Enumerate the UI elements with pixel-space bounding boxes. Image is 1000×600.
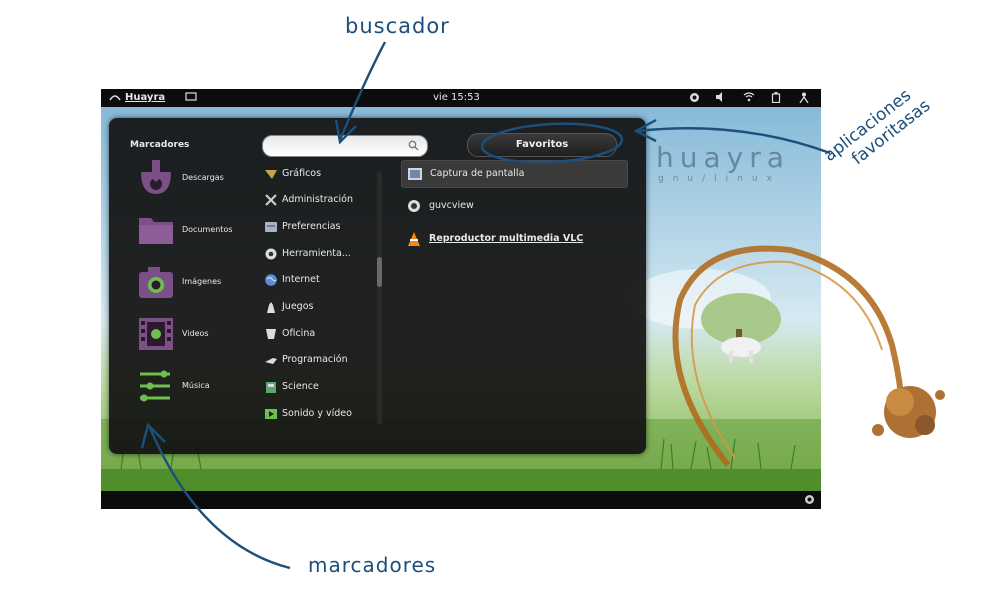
pictures-folder-icon [139, 267, 173, 298]
categories-scrollbar[interactable] [377, 171, 382, 425]
category-programacion[interactable]: Programación [264, 351, 369, 369]
desktop-screenshot: huayra gnu/linux Huayra vie 15:53 Marcad… [101, 89, 821, 509]
sound-video-icon [265, 409, 277, 419]
graphics-icon [265, 170, 277, 179]
app-guvcview[interactable]: guvcview [401, 193, 626, 219]
app-screenshot[interactable]: Captura de pantalla [401, 160, 628, 188]
bookmark-musica[interactable]: Música [136, 366, 256, 410]
search-input[interactable] [271, 139, 401, 152]
bottom-bar [101, 491, 821, 509]
category-label: Sonido y vídeo [282, 408, 352, 419]
category-label: Programación [282, 354, 348, 365]
bookmark-label: Videos [182, 329, 209, 338]
category-oficina[interactable]: Oficina [264, 325, 369, 343]
category-label: Science [282, 381, 319, 392]
app-label: Captura de pantalla [430, 168, 525, 179]
videos-folder-icon [139, 318, 173, 350]
category-label: Oficina [282, 328, 316, 339]
wallpaper-brand-title: huayra [656, 141, 790, 174]
bookmark-label: Documentos [182, 225, 233, 234]
vlc-icon [408, 232, 420, 246]
app-label: Reproductor multimedia VLC [429, 233, 584, 244]
category-sonido-video[interactable]: Sonido y vídeo [264, 405, 369, 423]
category-label: Administración [282, 194, 354, 205]
category-juegos[interactable]: Juegos [264, 298, 369, 316]
applications-menu: Marcadores Descargas Documentos Imágenes… [109, 118, 646, 454]
annotation-search-label: buscador [345, 14, 450, 38]
annotation-favorites-label: aplicaciones favoritasas [820, 51, 971, 181]
wallpaper-brand-subtitle: gnu/linux [658, 174, 781, 184]
bookmark-descargas[interactable]: Descargas [136, 158, 256, 202]
bookmark-imagenes[interactable]: Imágenes [136, 262, 256, 306]
activities-icon[interactable] [109, 92, 121, 105]
bookmark-documentos[interactable]: Documentos [136, 210, 256, 254]
category-administracion[interactable]: Administración [264, 191, 369, 209]
preferences-icon [265, 222, 277, 232]
screenshot-icon [408, 168, 422, 180]
battery-icon[interactable] [771, 92, 781, 106]
webcam-icon [408, 200, 420, 212]
message-tray-icon[interactable] [804, 494, 815, 505]
clock[interactable]: vie 15:53 [433, 92, 480, 103]
annotation-bookmarks-label: marcadores [308, 553, 437, 577]
display-icon[interactable] [185, 92, 197, 105]
app-label: guvcview [429, 200, 474, 211]
category-preferencias[interactable]: Preferencias [264, 218, 369, 236]
wallpaper-brand: huayra gnu/linux [656, 141, 790, 184]
bookmark-label: Imágenes [182, 277, 222, 286]
app-vlc[interactable]: Reproductor multimedia VLC [401, 226, 626, 252]
documents-folder-icon [139, 218, 173, 244]
category-science[interactable]: Science [264, 378, 369, 396]
category-label: Gráficos [282, 168, 322, 179]
search-field[interactable] [262, 135, 428, 157]
category-graficos[interactable]: Gráficos [264, 165, 369, 183]
music-folder-icon [140, 370, 170, 402]
tools-icon [265, 248, 277, 260]
search-icon [408, 140, 419, 151]
category-label: Internet [282, 274, 320, 285]
category-internet[interactable]: Internet [264, 271, 369, 289]
science-icon [266, 382, 276, 393]
accessibility-icon[interactable] [689, 92, 700, 106]
category-label: Preferencias [282, 221, 341, 232]
bookmark-label: Descargas [182, 173, 224, 182]
categories-scrollbar-thumb[interactable] [377, 257, 382, 287]
category-label: Herramienta... [282, 248, 351, 259]
favorites-button[interactable]: Favoritos [467, 133, 617, 157]
network-icon[interactable] [743, 92, 755, 105]
download-folder-icon [141, 160, 171, 194]
programming-icon [265, 358, 277, 364]
bookmark-label: Música [182, 381, 210, 390]
office-icon [266, 329, 276, 339]
top-bar: Huayra vie 15:53 [101, 89, 821, 107]
administration-icon [265, 194, 277, 206]
volume-icon[interactable] [715, 92, 727, 105]
activities-button[interactable]: Huayra [125, 92, 165, 103]
category-herramientas[interactable]: Herramienta... [264, 245, 369, 263]
bookmark-videos[interactable]: Videos [136, 314, 256, 358]
category-label: Juegos [282, 301, 314, 312]
internet-icon [265, 274, 277, 286]
bookmarks-heading: Marcadores [130, 140, 190, 150]
games-icon [267, 302, 275, 313]
user-menu-icon[interactable] [799, 92, 809, 106]
